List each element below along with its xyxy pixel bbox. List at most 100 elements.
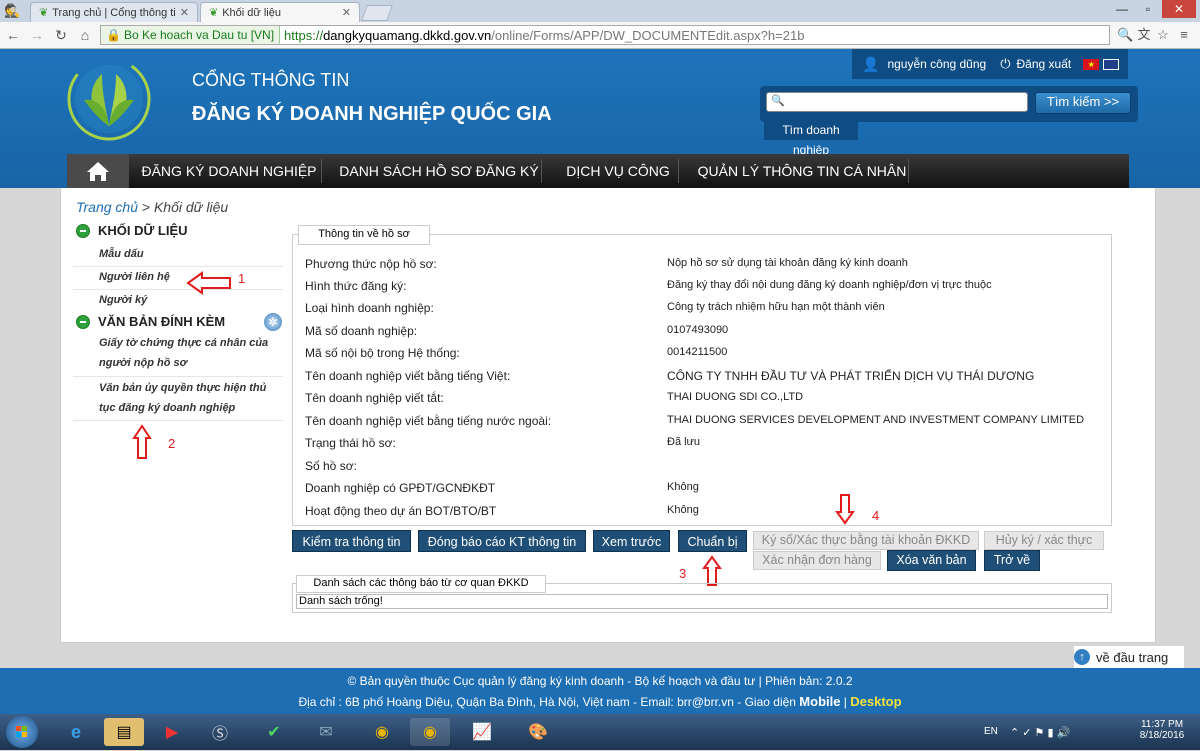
reload-icon[interactable]: ↻ [52, 26, 70, 44]
item-line: Giấy tờ chứng thực cá nhân của [99, 337, 269, 349]
internet-explorer-icon[interactable]: e [56, 718, 96, 746]
search-button[interactable]: Tìm kiếm >> [1035, 92, 1131, 114]
settings-gear-icon[interactable]: ✲ [264, 313, 282, 331]
search-input[interactable] [766, 92, 1028, 112]
mobile-view-link[interactable]: Mobile [799, 694, 840, 709]
info-value: Không [667, 504, 699, 516]
address-bar[interactable]: 🔒 Bo Ke hoach va Dau tu [VN] https://dan… [100, 25, 1110, 45]
sidebar-item-authorization[interactable]: Văn bản ủy quyền thực hiện thủ tục đăng … [99, 378, 266, 418]
flag-uk-icon[interactable] [1103, 58, 1120, 70]
menu-separator [908, 159, 909, 183]
chrome-icon[interactable]: ◉ [362, 718, 402, 746]
item-line: tục đăng ký doanh nghiệp [99, 402, 236, 414]
tab-title: Khối dữ liệu [222, 6, 281, 19]
back-arrow-icon[interactable]: ← [4, 26, 22, 44]
back-to-top-link[interactable]: ↑ về đầu trang [1074, 646, 1184, 668]
home-menu-button[interactable] [67, 154, 129, 188]
browser-tab-active[interactable]: ❦ Khối dữ liệu ✕ [200, 2, 360, 22]
section-title: KHỐI DỮ LIỆU [98, 223, 188, 238]
menu-business-registration[interactable]: ĐĂNG KÝ DOANH NGHIỆP [138, 154, 320, 188]
sidebar-item-seal[interactable]: Mẫu dấu [99, 243, 144, 265]
sidebar-section-attachments[interactable]: VĂN BẢN ĐÍNH KÈM [76, 314, 225, 329]
flag-vietnam-icon[interactable]: ★ [1083, 58, 1100, 70]
search-icon: 🔍 [771, 95, 785, 107]
ssl-badge[interactable]: 🔒 Bo Ke hoach va Dau tu [VN] [101, 26, 281, 44]
section-title: VĂN BẢN ĐÍNH KÈM [98, 314, 226, 329]
user-avatar-icon: 👤 [862, 55, 880, 72]
sidebar-section-data[interactable]: KHỐI DỮ LIỆU [76, 223, 188, 238]
app-green-icon[interactable]: ✔ [254, 718, 294, 746]
menu-separator [541, 159, 542, 183]
back-button[interactable]: Trở về [984, 550, 1040, 571]
info-value: THAI DUONG SERVICES DEVELOPMENT AND INVE… [667, 414, 1085, 426]
confirm-order-button[interactable]: Xác nhận đơn hàng [753, 551, 881, 570]
close-report-button[interactable]: Đóng báo cáo KT thông tin [418, 530, 586, 552]
footer-separator: | [840, 695, 851, 709]
divider [73, 420, 283, 421]
ssl-badge-label: Bo Ke hoach va Dau tu [VN] [123, 28, 275, 42]
annotation-number-2: 2 [168, 436, 176, 451]
info-value: Nộp hồ sơ sử dụng tài khoản đăng ký kinh… [667, 257, 908, 269]
search-business-link[interactable]: Tìm doanh nghiệp [764, 120, 858, 157]
close-tab-icon[interactable]: ✕ [342, 6, 351, 19]
info-value: Công ty trách nhiệm hữu hạn một thành vi… [667, 301, 885, 313]
menu-icon[interactable]: ≡ [1176, 27, 1192, 43]
minimize-icon[interactable]: — [1110, 0, 1134, 18]
media-player-icon[interactable]: ▶ [152, 718, 192, 746]
leaf-favicon-icon: ❦ [39, 7, 49, 19]
prepare-button[interactable]: Chuẩn bị [678, 530, 747, 552]
file-explorer-icon[interactable]: ▤ [104, 718, 144, 746]
chrome-active-icon[interactable]: ◉ [410, 718, 450, 746]
breadcrumb-home-link[interactable]: Trang chủ [76, 199, 138, 215]
tray-icons[interactable]: ⌃ ✓ ⚑ ▮ 🔊 [1010, 726, 1070, 739]
browser-tab-home[interactable]: ❦ Trang chủ | Cổng thông ti ✕ [30, 2, 198, 22]
info-label: Doanh nghiệp có GPĐT/GCNĐKĐT [305, 481, 496, 495]
close-tab-icon[interactable]: ✕ [180, 6, 189, 19]
network-app-icon[interactable]: ✉ [306, 718, 346, 746]
red-arrow-down-annotation [835, 494, 855, 525]
preview-button[interactable]: Xem trước [593, 530, 670, 552]
translate-icon[interactable]: 文 [1136, 27, 1152, 43]
home-icon[interactable]: ⌂ [76, 26, 94, 44]
clock[interactable]: 11:37 PM 8/18/2016 [1134, 719, 1190, 741]
logout-link[interactable]: Đăng xuất [1017, 57, 1072, 71]
chart-app-icon[interactable]: 📈 [462, 718, 502, 746]
site-footer: © Bản quyền thuộc Cục quản lý đăng ký ki… [0, 668, 1200, 714]
menu-registration-list[interactable]: DANH SÁCH HỒ SƠ ĐĂNG KÝ [334, 154, 544, 188]
start-button[interactable] [6, 716, 38, 748]
digital-sign-button[interactable]: Ký số/Xác thực bằng tài khoản ĐKKD [753, 531, 979, 550]
info-value: CÔNG TY TNHH ĐẦU TƯ VÀ PHÁT TRIỂN DỊCH V… [667, 369, 1035, 383]
collapse-bullet-icon [76, 314, 90, 329]
clock-date: 8/18/2016 [1139, 730, 1185, 741]
paint-icon[interactable]: 🎨 [518, 718, 558, 746]
menu-public-services[interactable]: DỊCH VỤ CÔNG [556, 154, 680, 188]
app-s-icon[interactable]: Ⓢ [200, 718, 240, 746]
cancel-sign-button[interactable]: Hủy ký / xác thực [984, 531, 1104, 550]
bookmark-star-icon[interactable]: ☆ [1155, 27, 1171, 43]
desktop-view-link[interactable]: Desktop [850, 694, 901, 709]
search-page-icon[interactable]: 🔍 [1117, 27, 1133, 43]
menu-personal-info[interactable]: QUẢN LÝ THÔNG TIN CÁ NHÂN [692, 154, 912, 188]
maximize-icon[interactable]: ▫ [1136, 0, 1160, 18]
sidebar-item-contact-person[interactable]: Người liên hệ [99, 266, 170, 288]
item-line: người nộp hồ sơ [99, 357, 187, 369]
sidebar-item-signer[interactable]: Người ký [99, 289, 147, 311]
notices-legend: Danh sách các thông báo từ cơ quan ĐKKD [296, 575, 546, 593]
annotation-number-3: 3 [679, 566, 687, 581]
divider [73, 376, 283, 377]
info-label: Phương thức nộp hồ sơ: [305, 257, 437, 271]
user-name[interactable]: nguyễn công dũng [887, 57, 986, 71]
check-info-button[interactable]: Kiểm tra thông tin [292, 530, 411, 552]
info-label: Số hồ sơ: [305, 459, 357, 473]
close-window-icon[interactable]: ✕ [1162, 0, 1196, 18]
dossier-info-legend: Thông tin về hồ sơ [298, 225, 430, 245]
footer-copyright: © Bản quyền thuộc Cục quản lý đăng ký ki… [347, 674, 853, 688]
sidebar-item-id-documents[interactable]: Giấy tờ chứng thực cá nhân của người nộp… [99, 333, 268, 373]
info-label: Tên doanh nghiệp viết bằng tiếng Việt: [305, 369, 511, 383]
collapse-bullet-icon [76, 223, 90, 238]
delete-document-button[interactable]: Xóa văn bản [887, 550, 976, 571]
language-indicator[interactable]: EN [984, 726, 998, 737]
info-value: 0107493090 [667, 324, 729, 336]
power-icon[interactable]: ⏻ [1000, 56, 1010, 72]
forward-arrow-icon[interactable]: → [28, 26, 46, 44]
